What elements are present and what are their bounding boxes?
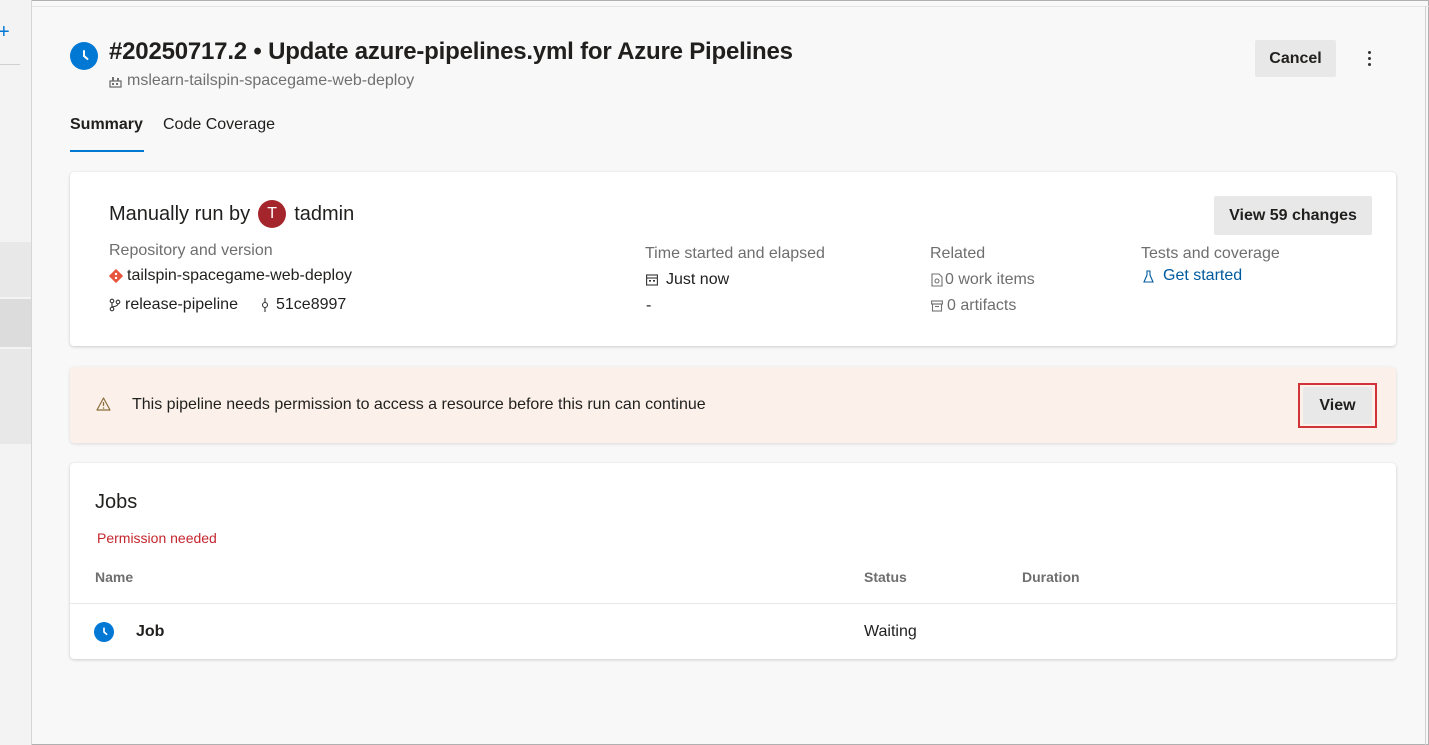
commit-icon: [261, 298, 269, 312]
jobs-card: Jobs Permission needed Name Status Durat…: [70, 463, 1396, 659]
top-divider: [32, 6, 1429, 7]
git-repo-icon: [109, 269, 123, 283]
commit-id[interactable]: 51ce8997: [276, 296, 346, 314]
repo-value[interactable]: tailspin-spacegame-web-deploy: [127, 267, 352, 285]
artifact-icon: [931, 300, 943, 312]
active-tab-indicator: [70, 150, 144, 152]
column-header-name: Name: [95, 569, 134, 585]
view-changes-button[interactable]: View 59 changes: [1214, 196, 1372, 235]
time-label: Time started and elapsed: [645, 245, 825, 262]
more-vertical-icon[interactable]: [1360, 47, 1378, 69]
nav-item[interactable]: [0, 349, 31, 444]
clock-icon: [94, 622, 114, 642]
tab-code-coverage[interactable]: Code Coverage: [163, 116, 275, 134]
cancel-button[interactable]: Cancel: [1255, 40, 1336, 77]
beaker-icon: [1143, 269, 1154, 283]
column-header-status: Status: [864, 569, 907, 585]
add-icon[interactable]: +: [0, 22, 10, 42]
user-name[interactable]: tadmin: [294, 203, 354, 226]
jobs-title: Jobs: [95, 491, 138, 513]
view-button[interactable]: View: [1303, 387, 1372, 424]
pipeline-icon: [109, 76, 122, 88]
calendar-icon: [646, 274, 658, 286]
tab-summary[interactable]: Summary: [70, 116, 143, 134]
repo-name[interactable]: mslearn-tailspin-spacegame-web-deploy: [127, 72, 414, 90]
work-items-link[interactable]: 0 work items: [931, 271, 1035, 289]
nav-item-selected[interactable]: [0, 299, 31, 347]
time-started: Just now: [646, 271, 729, 289]
table-row[interactable]: Job Waiting: [70, 604, 1396, 659]
nav-divider: [0, 64, 20, 65]
tests-label: Tests and coverage: [1141, 245, 1280, 262]
get-started-link[interactable]: Get started: [1143, 267, 1242, 285]
run-title: #20250717.2 • Update azure-pipelines.yml…: [109, 38, 793, 65]
clock-icon: [70, 42, 98, 70]
warning-icon: [96, 397, 111, 411]
repo-link[interactable]: tailspin-spacegame-web-deploy: [109, 267, 352, 285]
summary-card: Manually run by T tadmin View 59 changes…: [70, 172, 1396, 346]
time-elapsed: -: [646, 297, 652, 314]
commit-link[interactable]: 51ce8997: [260, 296, 346, 314]
work-items-value[interactable]: 0 work items: [945, 271, 1035, 289]
get-started-label[interactable]: Get started: [1163, 267, 1242, 285]
work-item-icon: [931, 273, 943, 287]
artifacts-link[interactable]: 0 artifacts: [931, 297, 1016, 315]
branch-link[interactable]: release-pipeline: [109, 296, 238, 314]
time-started-value: Just now: [666, 271, 730, 288]
permission-needed-note: Permission needed: [97, 530, 217, 546]
column-header-duration: Duration: [1022, 569, 1080, 585]
job-status: Waiting: [864, 623, 917, 640]
nav-item[interactable]: [0, 242, 31, 297]
banner-message: This pipeline needs permission to access…: [132, 396, 706, 413]
branch-icon: [109, 298, 121, 312]
related-label: Related: [930, 245, 986, 262]
run-trigger: Manually run by T tadmin: [109, 200, 354, 228]
avatar: T: [258, 200, 287, 228]
branch-name[interactable]: release-pipeline: [125, 296, 238, 314]
pipeline-breadcrumb[interactable]: mslearn-tailspin-spacegame-web-deploy: [109, 72, 414, 90]
right-border: [1425, 6, 1426, 745]
job-name[interactable]: Job: [136, 623, 164, 641]
manual-run-label: Manually run by: [109, 202, 251, 225]
left-nav-rail: +: [0, 0, 32, 745]
artifacts-value[interactable]: 0 artifacts: [947, 297, 1016, 315]
repo-version-label: Repository and version: [109, 242, 273, 259]
permission-banner: This pipeline needs permission to access…: [70, 367, 1396, 443]
